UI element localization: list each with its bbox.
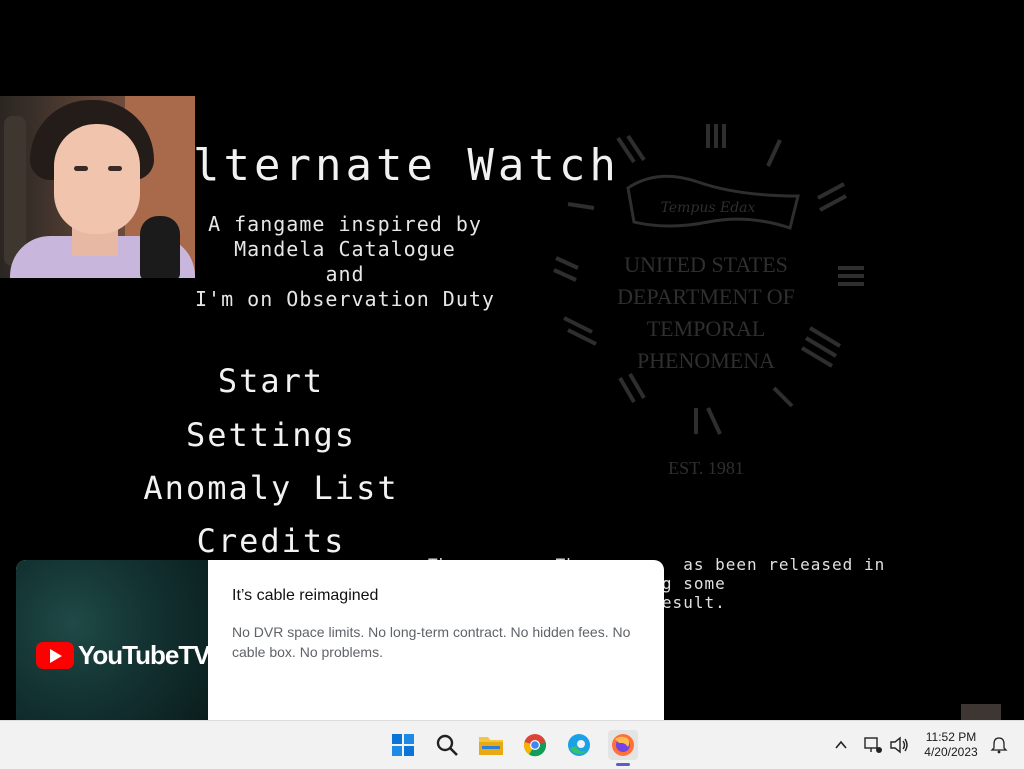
ad-body: No DVR space limits. No long-term contra… [232, 624, 631, 660]
youtube-play-icon [36, 642, 74, 669]
clock-date: 4/20/2023 [924, 745, 978, 759]
ad-brand: YouTubeTV [78, 640, 211, 670]
ad-headline[interactable]: It’s cable reimagined [232, 587, 378, 605]
emblem-line: DEPARTMENT OF [617, 284, 795, 309]
subtitle-line: I'm on Observation Duty [195, 287, 495, 311]
subtitle-line: A fangame inspired by [208, 212, 482, 236]
subtitle-line: and [325, 262, 365, 286]
emblem-line: TEMPORAL [647, 316, 766, 341]
menu-anomaly-list-button[interactable]: Anomaly List [140, 469, 402, 507]
subtitle-line: Mandela Catalogue [234, 237, 456, 261]
menu-settings-button[interactable]: Settings [140, 416, 402, 454]
emblem-banner-text: Tempus Edax [661, 200, 756, 216]
chevron-up-icon[interactable] [826, 730, 856, 760]
system-clock[interactable]: 11:52 PM 4/20/2023 [918, 730, 984, 760]
search-icon[interactable] [432, 730, 462, 760]
chrome-icon[interactable] [520, 730, 550, 760]
clock-time: 11:52 PM [925, 730, 977, 744]
notifications-icon[interactable] [984, 730, 1014, 760]
youtube-tv-ad-overlay[interactable]: YouTubeTV It’s cable reimagined No DVR s… [16, 560, 664, 720]
menu-start-button[interactable]: Start [140, 362, 402, 400]
youtube-tv-logo: YouTubeTV [36, 640, 211, 671]
menu-credits-button[interactable]: Credits [140, 522, 402, 560]
ad-image[interactable]: YouTubeTV [16, 560, 211, 720]
webcam-thumbnail [961, 704, 1001, 720]
temporal-department-emblem: Tempus Edax UNITED STATES DEPARTMENT OF … [553, 124, 864, 478]
emblem-line: PHENOMENA [637, 348, 775, 373]
emblem-line: UNITED STATES [624, 252, 788, 277]
windows-start-icon[interactable] [388, 730, 418, 760]
volume-icon[interactable] [884, 730, 914, 760]
taskbar: 11:52 PM 4/20/2023 [0, 720, 1024, 769]
webcam-overlay [0, 96, 195, 278]
edge-icon[interactable] [564, 730, 594, 760]
active-app-indicator [616, 763, 630, 766]
game-subtitle: A fangame inspired by Mandela Catalogue … [180, 212, 510, 312]
file-explorer-icon[interactable] [476, 730, 506, 760]
firefox-icon[interactable] [608, 730, 638, 760]
emblem-est: EST. 1981 [668, 458, 744, 478]
